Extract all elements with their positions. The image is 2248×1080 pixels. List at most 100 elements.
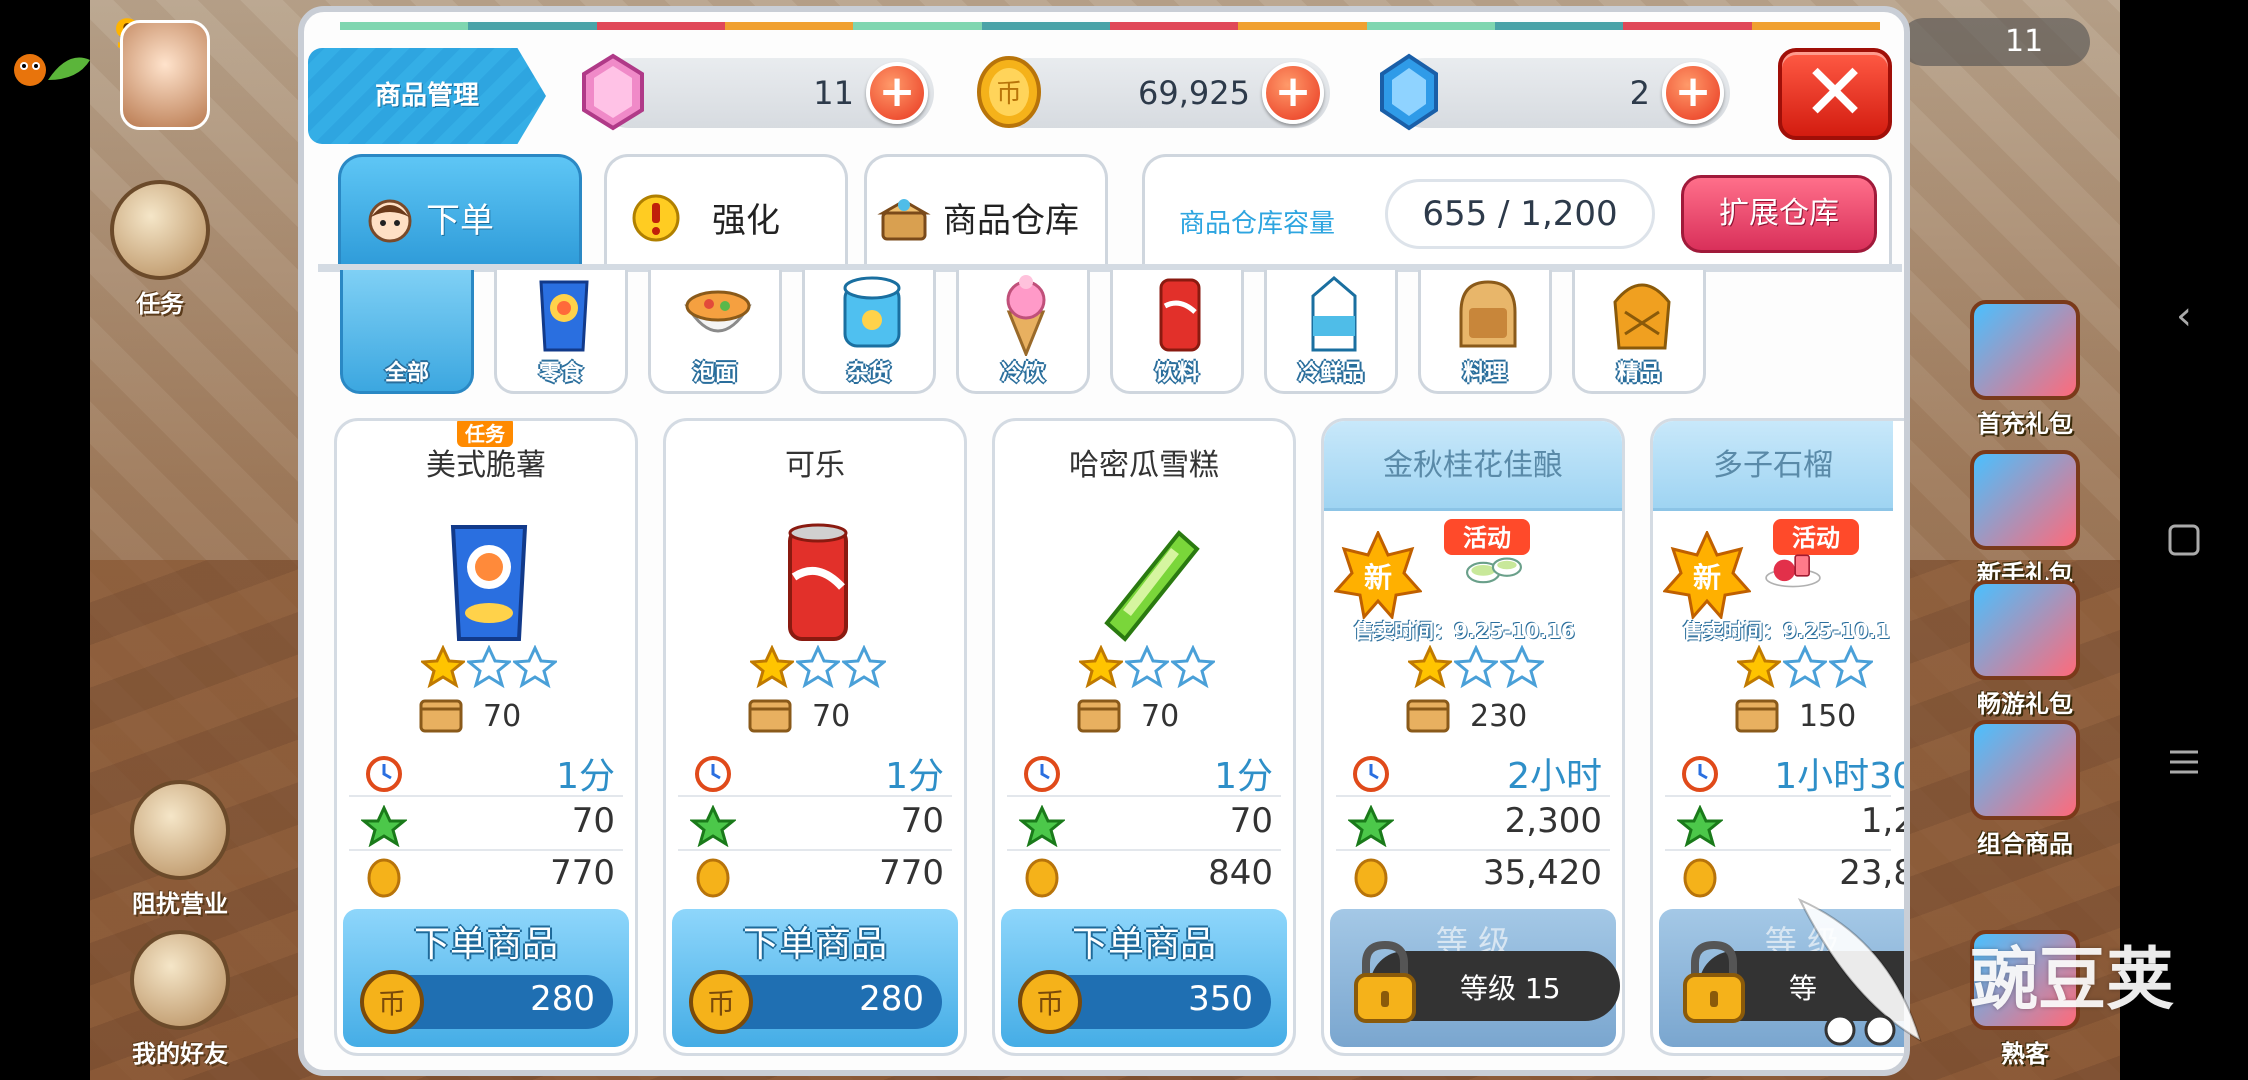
sell-time-value: 1小时30 [1774,756,1910,797]
sell-time-row: 2小时 [1336,745,1610,797]
buy-gem-button[interactable]: + [866,62,928,124]
product-name: 哈密瓜雪糕 [1069,448,1219,483]
tab-warehouse[interactable]: 商品仓库 [864,154,1108,270]
travel-pack-button[interactable]: 畅游礼包 [1950,580,2100,719]
box-icon [748,699,792,733]
order-label: 下单商品 [1071,924,1216,965]
product-card[interactable]: 多子石榴 新 活动 售卖时间：9.25-10.1 150 1小时30 1,2 2… [1650,418,1910,1056]
empty-star-icon [842,645,886,689]
category-chilled-label: 冷鲜品 [1297,361,1364,386]
home-icon[interactable] [2156,512,2212,568]
category-beverages-label: 饮料 [1154,361,1199,386]
tab-order[interactable]: 下单 [338,154,582,270]
dialog-title: 商品管理 [308,48,546,144]
empty-star-icon [1125,645,1169,689]
product-name: 多子石榴 [1653,421,1893,511]
buy-coin-button[interactable]: + [1262,62,1324,124]
category-premium[interactable]: 精品 [1572,270,1706,394]
regulars-button[interactable]: 熟客 [1950,930,2100,1069]
disrupt-business-button[interactable]: 阻扰营业 [120,780,240,919]
task-label: 任务 [136,290,184,318]
order-product-button[interactable]: 下单商品 币 350 [1001,909,1287,1047]
sell-time-row: 1分 [1007,745,1281,797]
box-icon [1406,699,1450,733]
product-card[interactable]: 美式脆薯 任务 70 1分 70 770 下单商品 币 280 [334,418,638,1056]
svg-text:新: 新 [1364,561,1392,594]
empty-star-icon [513,645,557,689]
menu-icon[interactable] [2156,734,2212,790]
order-product-button[interactable]: 下单商品 币 280 [343,909,629,1047]
chest-icon [1970,450,2080,550]
bread-icon [1459,280,1517,348]
close-button[interactable]: ✕ [1778,48,1892,140]
product-name: 可乐 [785,448,845,483]
app-logo-icon [8,40,98,100]
newbie-pack-button[interactable]: 新手礼包 [1950,450,2100,589]
expand-warehouse-button[interactable]: 扩展仓库 [1681,175,1877,253]
player-avatar[interactable] [120,20,210,130]
category-all[interactable]: 全部 [340,270,474,394]
tab-enhance[interactable]: 强化 [604,154,848,270]
box-icon [1735,699,1779,733]
category-chilled[interactable]: 冷鲜品 [1264,270,1398,394]
decorative-stripe [340,22,1880,30]
star-rating [421,645,561,689]
category-cold-drinks[interactable]: 冷饮 [956,270,1090,394]
green-star-icon [1677,805,1723,847]
coin-icon [1025,858,1059,898]
product-card[interactable]: 可乐 70 1分 70 770 下单商品 币 280 [663,418,967,1056]
filled-star-icon [421,645,465,689]
sell-time-value: 1分 [885,756,944,797]
first-recharge-pack-button[interactable]: 首充礼包 [1950,300,2100,439]
product-name: 金秋桂花佳酿 [1324,421,1622,511]
star-rating [750,645,890,689]
task-button[interactable]: 任务 [100,180,220,319]
order-product-button[interactable]: 下单商品 币 280 [672,909,958,1047]
svg-text:币: 币 [996,79,1022,109]
bundle-goods-label: 组合商品 [1977,830,2073,858]
system-nav-bar: ‹ [2120,0,2248,1080]
revenue-row: 23,8 [1665,851,1904,903]
friends-button[interactable]: 我的好友 [120,930,240,1069]
pomegranate-icon [1765,554,1821,588]
stock-count: 70 [746,693,946,737]
stock-value: 70 [812,699,851,734]
disrupt-label: 阻扰营业 [132,890,228,918]
tab-warehouse-label: 商品仓库 [943,201,1079,241]
svg-text:币: 币 [707,987,735,1020]
category-noodles[interactable]: 泡面 [648,270,782,394]
coin-icon [1683,858,1717,898]
product-card[interactable]: 哈密瓜雪糕 70 1分 70 840 下单商品 币 350 [992,418,1296,1056]
buy-diamond-button[interactable]: + [1662,62,1724,124]
category-snacks[interactable]: 零食 [494,270,628,394]
coin-icon [1354,858,1388,898]
alarm-clock-icon [366,756,402,792]
price-value: 280 [859,979,924,1019]
sale-time: 售卖时间：9.25-10.1 [1683,619,1890,643]
tab-order-label: 下单 [426,201,494,241]
exp-row: 70 [678,799,952,851]
revenue-value: 770 [550,853,615,893]
box-icon [419,699,463,733]
product-card[interactable]: 金秋桂花佳酿 新 活动 售卖时间：9.25-10.16 230 2小时 2,30… [1321,418,1625,1056]
customer-icon [1970,930,2080,1030]
back-icon[interactable]: ‹ [2156,288,2212,344]
filled-star-icon [1737,645,1781,689]
tab-enhance-label: 强化 [712,201,780,241]
category-dishes[interactable]: 料理 [1418,270,1552,394]
empty-star-icon [1783,645,1827,689]
bundle-icon [1970,720,2080,820]
category-premium-label: 精品 [1616,361,1661,386]
new-badge-icon: 新 [1334,531,1422,619]
travel-pack-label: 畅游礼包 [1977,690,2073,718]
pink-gem-icon [582,53,644,131]
category-groceries[interactable]: 杂货 [802,270,936,394]
stock-count: 70 [417,693,617,737]
category-snacks-label: 零食 [538,361,583,386]
filled-star-icon [750,645,794,689]
bundle-goods-button[interactable]: 组合商品 [1950,720,2100,859]
alarm-clock-icon [1024,756,1060,792]
dialog-header: 商品管理 11 + 币 69,925 + 2 + ✕ [304,34,1904,154]
locked-order-button: 等 级 等级 15 [1330,909,1620,1047]
category-beverages[interactable]: 饮料 [1110,270,1244,394]
